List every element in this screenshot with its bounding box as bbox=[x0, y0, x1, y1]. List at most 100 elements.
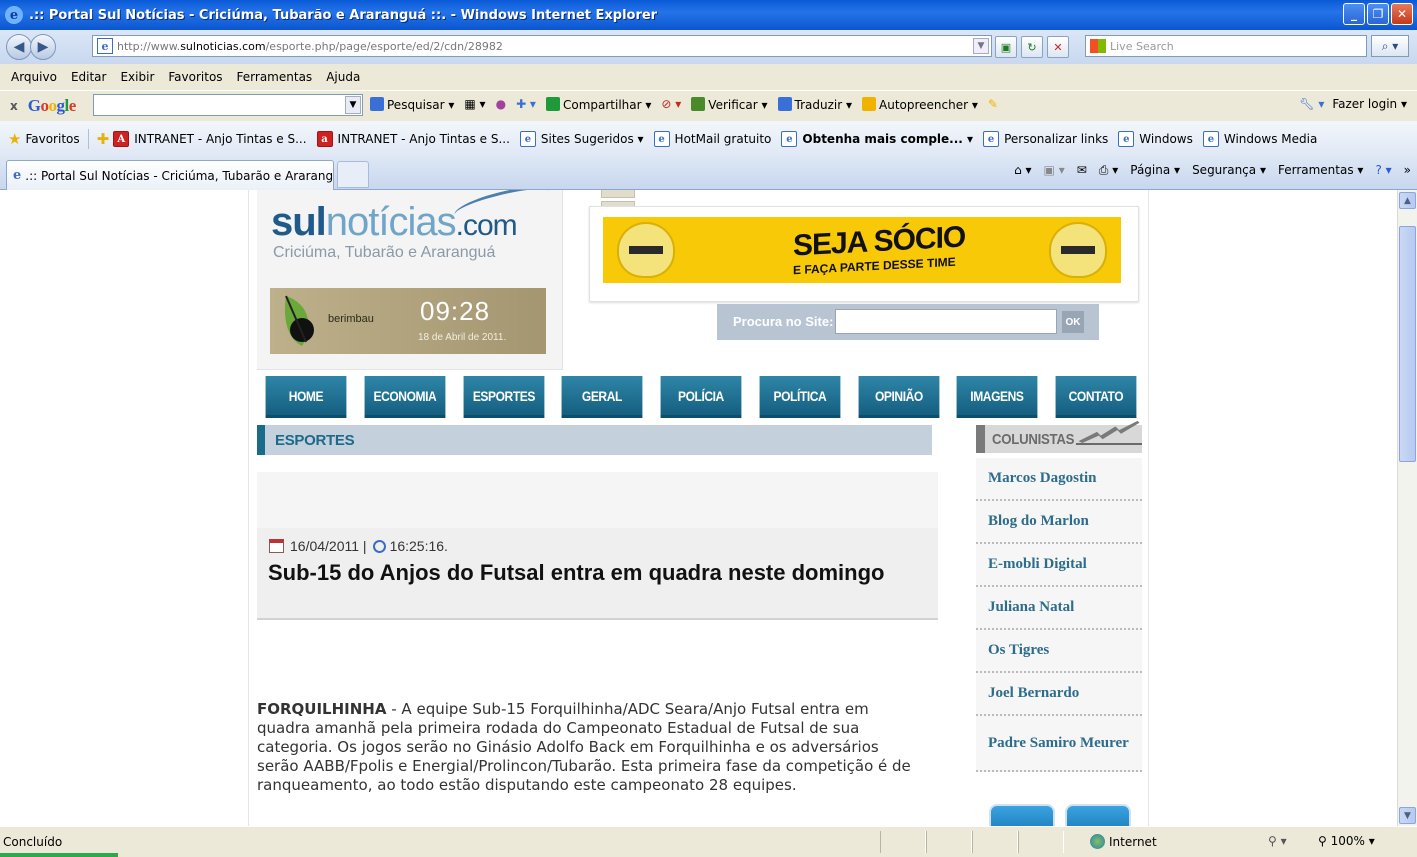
ie-page-icon: e bbox=[13, 167, 22, 183]
menu-favoritos[interactable]: Favoritos bbox=[168, 70, 222, 84]
protected-mode-icon[interactable]: ⚲ ▾ bbox=[1268, 834, 1287, 848]
mail-icon[interactable]: ✉ bbox=[1077, 163, 1087, 178]
zoom-control[interactable]: ⚲ 100% ▾ bbox=[1318, 834, 1375, 848]
status-panes bbox=[880, 831, 1064, 853]
address-bar[interactable]: e http://www.sulnoticias.com/esporte.php… bbox=[92, 35, 992, 57]
menu-editar[interactable]: Editar bbox=[71, 70, 107, 84]
columnist-link[interactable]: Os Tigres bbox=[976, 630, 1142, 673]
nav-policia[interactable]: POLÍCIA bbox=[660, 376, 742, 418]
columnists-title: COLUNISTAS bbox=[992, 431, 1075, 448]
fav-link-get-more[interactable]: e Obtenha mais comple... ▾ bbox=[781, 131, 973, 147]
columnist-link[interactable]: Marcos Dagostin bbox=[976, 458, 1142, 501]
scroll-up-icon[interactable]: ▲ bbox=[1399, 192, 1416, 209]
favorites-star-icon[interactable]: ★ bbox=[8, 130, 21, 148]
vertical-scrollbar[interactable]: ▲ ▼ bbox=[1397, 190, 1417, 826]
safety-menu[interactable]: Segurança ▾ bbox=[1192, 163, 1266, 178]
feeds-icon[interactable]: ▣ ▾ bbox=[1044, 163, 1065, 178]
site-search-button[interactable]: OK bbox=[1062, 311, 1084, 333]
share-button[interactable]: Compartilhar ▾ bbox=[545, 97, 651, 112]
nav-esportes[interactable]: ESPORTES bbox=[463, 376, 544, 418]
login-button[interactable]: Fazer login ▾ bbox=[1332, 97, 1407, 111]
new-tab-button[interactable] bbox=[337, 161, 369, 188]
columnist-link[interactable]: E-mobli Digital bbox=[976, 544, 1142, 587]
page-menu[interactable]: Página ▾ bbox=[1130, 163, 1180, 178]
nav-home[interactable]: HOME bbox=[265, 376, 347, 418]
search-icon bbox=[370, 97, 384, 111]
columnist-link[interactable]: Juliana Natal bbox=[976, 587, 1142, 630]
menu-ajuda[interactable]: Ajuda bbox=[326, 70, 360, 84]
article-time: 16:25:16. bbox=[389, 538, 448, 554]
circle-icon[interactable]: ● bbox=[496, 97, 506, 112]
menu-exibir[interactable]: Exibir bbox=[120, 70, 154, 84]
translate-button[interactable]: Traduzir ▾ bbox=[777, 97, 852, 112]
home-icon[interactable]: ⌂ ▾ bbox=[1014, 163, 1031, 178]
address-dropdown-icon[interactable]: ▼ bbox=[973, 38, 989, 54]
tab-sul-noticias[interactable]: e .:: Portal Sul Notícias - Criciúma, Tu… bbox=[6, 160, 334, 190]
fav-link-intranet-2[interactable]: a INTRANET - Anjo Tintas e S... bbox=[316, 131, 510, 147]
print-icon[interactable]: ⎙ ▾ bbox=[1099, 163, 1118, 178]
refresh-icon[interactable]: ↻ bbox=[1021, 36, 1043, 58]
autofill-icon bbox=[862, 97, 876, 111]
fav-link-intranet-1[interactable]: A INTRANET - Anjo Tintas e S... bbox=[113, 131, 307, 147]
live-search-input[interactable]: Live Search bbox=[1085, 35, 1367, 57]
check-button[interactable]: Verificar ▾ bbox=[691, 97, 768, 112]
nav-contato[interactable]: CONTATO bbox=[1055, 376, 1137, 418]
fav-link-customize[interactable]: e Personalizar links bbox=[983, 131, 1108, 147]
share-icon bbox=[545, 97, 560, 111]
toolbar-close-icon[interactable]: x bbox=[10, 99, 18, 113]
ie-logo-icon: e bbox=[5, 6, 23, 24]
blocked-icon[interactable]: ⊘ ▾ bbox=[661, 97, 681, 112]
wrench-icon[interactable]: 🔧︎ ▾ bbox=[1299, 97, 1324, 111]
fav-link-hotmail[interactable]: e HotMail gratuito bbox=[653, 131, 771, 147]
nav-politica[interactable]: POLÍTICA bbox=[759, 376, 841, 418]
facebook-icon[interactable] bbox=[1065, 804, 1131, 826]
plus-icon[interactable]: ✚ ▾ bbox=[516, 97, 536, 112]
menu-arquivo[interactable]: Arquivo bbox=[11, 70, 57, 84]
site-logo[interactable]: sulnotícias.com bbox=[271, 200, 518, 245]
add-favorite-icon[interactable]: ✚ bbox=[97, 130, 110, 148]
columnist-link[interactable]: Joel Bernardo bbox=[976, 673, 1142, 716]
highlight-icon[interactable]: ✎ bbox=[988, 97, 998, 112]
security-zone[interactable]: Internet bbox=[1090, 834, 1157, 849]
forward-button[interactable]: ▶ bbox=[30, 34, 56, 60]
more-icon[interactable]: » bbox=[1404, 163, 1411, 178]
tabs-icon[interactable]: ▦ ▾ bbox=[464, 97, 485, 112]
scroll-thumb[interactable] bbox=[1399, 226, 1416, 462]
scroll-down-icon[interactable]: ▼ bbox=[1399, 807, 1416, 824]
tools-menu[interactable]: Ferramentas ▾ bbox=[1278, 163, 1363, 178]
minimize-button[interactable]: _ bbox=[1343, 3, 1365, 25]
favorites-divider bbox=[87, 129, 89, 149]
site-search-input[interactable] bbox=[835, 309, 1057, 334]
site-logo-area: sulnotícias.com Criciúma, Tubarão e Arar… bbox=[257, 190, 563, 370]
compatibility-view-icon[interactable]: ▣ bbox=[995, 36, 1017, 58]
columnist-link[interactable]: Padre Samiro Meurer bbox=[976, 716, 1142, 772]
google-search-button[interactable]: Pesquisar ▾ bbox=[370, 97, 454, 112]
top-icon[interactable] bbox=[601, 190, 635, 198]
ad-banner[interactable]: SEJA SÓCIO E FAÇA PARTE DESSE TIME bbox=[603, 217, 1121, 283]
fav-link-windows-media[interactable]: e Windows Media bbox=[1202, 131, 1317, 147]
favorites-button[interactable]: Favoritos bbox=[25, 132, 79, 146]
stop-icon[interactable]: ✕ bbox=[1047, 36, 1069, 58]
nav-economia[interactable]: ECONOMIA bbox=[364, 376, 445, 418]
restore-button[interactable]: ❐ bbox=[1367, 3, 1389, 25]
google-search-input[interactable]: ▼ bbox=[93, 94, 363, 116]
columnist-link[interactable]: Blog do Marlon bbox=[976, 501, 1142, 544]
twitter-icon[interactable] bbox=[989, 804, 1055, 826]
google-toolbar: x Google ▼ Pesquisar ▾ ▦ ▾ ● ✚ ▾ Compart… bbox=[0, 90, 1417, 120]
search-button[interactable]: ⌕ ▾ bbox=[1371, 35, 1409, 57]
fav-link-windows[interactable]: e Windows bbox=[1118, 131, 1193, 147]
autofill-button[interactable]: Autopreencher ▾ bbox=[862, 97, 978, 112]
nav-opiniao[interactable]: OPINIÃO bbox=[858, 376, 939, 418]
nav-geral[interactable]: GERAL bbox=[561, 376, 643, 418]
menu-ferramentas[interactable]: Ferramentas bbox=[237, 70, 313, 84]
main-nav: HOME ECONOMIA ESPORTES GERAL POLÍCIA POL… bbox=[259, 376, 1143, 418]
back-button[interactable]: ◀ bbox=[6, 34, 32, 60]
google-dropdown-icon[interactable]: ▼ bbox=[345, 96, 361, 114]
nav-imagens[interactable]: IMAGENS bbox=[957, 376, 1038, 418]
help-icon[interactable]: ? ▾ bbox=[1375, 163, 1391, 178]
site-page: sulnotícias.com Criciúma, Tubarão e Arar… bbox=[248, 190, 1149, 826]
search-placeholder: Live Search bbox=[1110, 39, 1174, 53]
fav-link-suggested-sites[interactable]: e Sites Sugeridos ▾ bbox=[519, 131, 644, 147]
ie-page-icon: e bbox=[781, 131, 798, 147]
close-button[interactable]: ✕ bbox=[1391, 3, 1413, 25]
